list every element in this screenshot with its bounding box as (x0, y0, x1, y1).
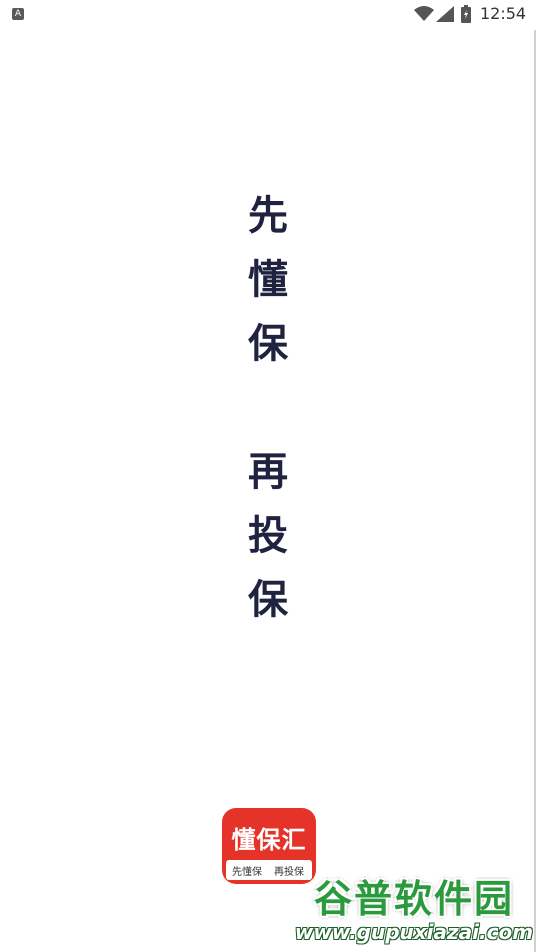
status-clock: 12:54 (480, 4, 527, 23)
watermark: 谷普软件园 www.gupuxiazai.com (292, 868, 536, 952)
app-logo-name: 懂保汇 (231, 826, 307, 854)
wifi-icon (414, 6, 434, 21)
watermark-url: www.gupuxiazai.com (294, 920, 534, 944)
splash-screen: A 12:54 先 懂 保 再 投 保 懂保汇 先懂保 再投保 谷普软件园 ww… (0, 0, 536, 952)
status-bar: A 12:54 (0, 0, 536, 30)
slogan-line-1: 先 懂 保 (0, 184, 536, 376)
slogan-char: 保 (248, 576, 288, 623)
signal-icon (436, 6, 454, 22)
slogan-char: 保 (248, 320, 288, 367)
battery-icon (461, 5, 471, 23)
slogan-line-2: 再 投 保 (0, 440, 536, 632)
slogan-char: 先 (248, 192, 288, 239)
slogan-char: 懂 (248, 256, 288, 303)
app-logo-tag: 先懂保 (232, 867, 262, 878)
slogan-char: 投 (248, 512, 288, 559)
watermark-title: 谷普软件园 (313, 877, 514, 921)
notification-icon: A (12, 8, 24, 20)
slogan-char: 再 (248, 448, 288, 495)
